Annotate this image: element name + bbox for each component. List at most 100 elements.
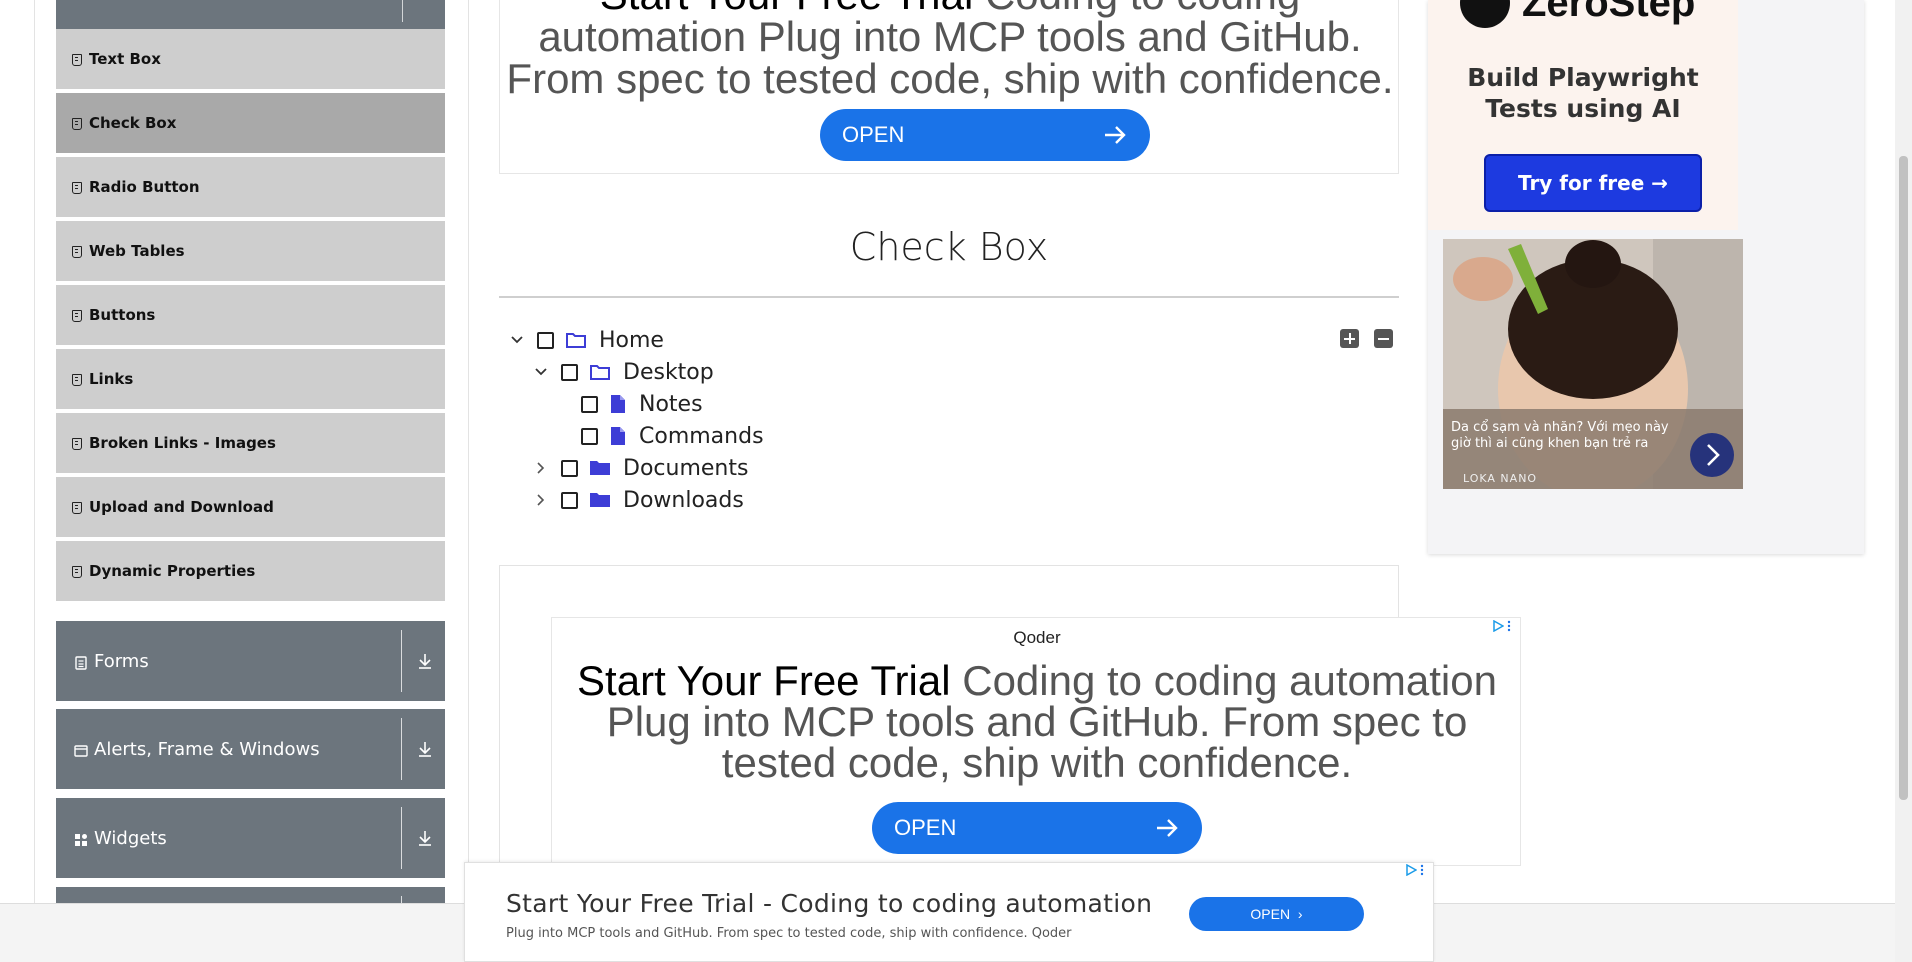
- ad-open-button[interactable]: OPEN: [820, 109, 1150, 161]
- sidebar-item-web-tables[interactable]: Web Tables: [56, 221, 445, 283]
- checkbox[interactable]: [581, 427, 598, 445]
- download-icon[interactable]: [415, 651, 435, 671]
- sidebar-item-label: Buttons: [89, 306, 156, 324]
- tree-node-label[interactable]: Documents: [623, 456, 748, 481]
- group-widgets[interactable]: Widgets: [56, 798, 445, 878]
- tree-node-commands: Commands: [581, 420, 764, 452]
- ad-brand: Qoder: [1013, 628, 1061, 647]
- scrollbar[interactable]: [1895, 0, 1912, 962]
- sidebar-item-links[interactable]: Links: [56, 349, 445, 411]
- html5-icon: [71, 117, 82, 130]
- ad-open-button[interactable]: OPEN: [872, 802, 1202, 854]
- page: Text Box Check Box Radio Button Web Tabl…: [0, 0, 1912, 962]
- sidebar-item-label: Upload and Download: [89, 498, 274, 516]
- ad-photo[interactable]: Da cổ sạm và nhăn? Với mẹo này giờ thì a…: [1443, 239, 1743, 489]
- group-label: Forms: [94, 650, 149, 672]
- sidebar-item-upload-download[interactable]: Upload and Download: [56, 477, 445, 539]
- chevron-right-icon[interactable]: [533, 492, 549, 508]
- checkbox[interactable]: [561, 363, 578, 381]
- ad-title: Start Your Free Trial - Coding to coding…: [506, 889, 1153, 918]
- html5-icon: [71, 309, 82, 322]
- checkbox[interactable]: [561, 459, 578, 477]
- form-icon: [74, 654, 88, 670]
- ad-open-label: OPEN: [1250, 906, 1291, 922]
- group-forms[interactable]: Forms: [56, 621, 445, 701]
- sidebar-item-label: Broken Links - Images: [89, 434, 276, 452]
- download-icon[interactable]: [415, 828, 435, 848]
- ad-next-button[interactable]: [1690, 433, 1734, 477]
- tree-node-label[interactable]: Home: [599, 328, 664, 353]
- tree-node-label[interactable]: Commands: [639, 424, 764, 449]
- tree-node-notes: Notes: [581, 388, 703, 420]
- group-alerts-frame-windows[interactable]: Alerts, Frame & Windows: [56, 709, 445, 789]
- html5-icon: [71, 245, 82, 258]
- html5-icon: [71, 53, 82, 66]
- checkbox[interactable]: [537, 331, 554, 349]
- expand-all-button[interactable]: [1340, 329, 1359, 348]
- group-label: Widgets: [94, 827, 167, 849]
- sidebar-item-label: Web Tables: [89, 242, 185, 260]
- collapse-all-button[interactable]: [1374, 329, 1393, 348]
- more-vertical-icon[interactable]: [1419, 864, 1425, 876]
- ad-banner-bottom[interactable]: Start Your Free Trial - Coding to coding…: [464, 862, 1434, 962]
- arrow-right-icon: [1105, 126, 1126, 144]
- sidebar-item-label: Text Box: [89, 50, 161, 68]
- ad-banner-mid[interactable]: Qoder Start Your Free Trial Coding to co…: [551, 617, 1521, 866]
- chevron-right-icon: [1707, 444, 1720, 466]
- sidebar-divider: [468, 0, 469, 962]
- ad-caption: Da cổ sạm và nhăn? Với mẹo này giờ thì a…: [1451, 420, 1669, 451]
- chevron-down-icon[interactable]: [533, 364, 549, 380]
- sidebar-item-label: Radio Button: [89, 178, 200, 196]
- ad-source: LOKA NANO: [1463, 472, 1538, 485]
- html5-icon: [71, 565, 82, 578]
- sidebar-item-radio-button[interactable]: Radio Button: [56, 157, 445, 219]
- tree-node-label[interactable]: Notes: [639, 392, 703, 417]
- ad-open-label: OPEN: [894, 815, 957, 840]
- tree-node-label[interactable]: Desktop: [623, 360, 714, 385]
- ad-open-button[interactable]: OPEN ›: [1189, 897, 1364, 931]
- zerostep-logo-icon: [1460, 0, 1510, 28]
- checkbox[interactable]: [561, 491, 578, 509]
- scrollbar-thumb[interactable]: [1899, 156, 1908, 800]
- chevron-right-icon: ›: [1297, 906, 1303, 922]
- ad-sidebar-right[interactable]: ZeroStep Build Playwright Tests using AI …: [1428, 0, 1864, 554]
- page-title: Check Box: [849, 225, 1049, 269]
- ad-subtitle: Plug into MCP tools and GitHub. From spe…: [506, 926, 1072, 941]
- title-divider: [499, 296, 1399, 298]
- tree-node-home: Home: [509, 324, 664, 356]
- adchoices-icon[interactable]: [1405, 864, 1417, 876]
- ad-headline: Start Your Free Trial Coding to coding a…: [506, 0, 1394, 102]
- folder-open-icon: [590, 365, 610, 380]
- chevron-down-icon[interactable]: [509, 332, 525, 348]
- ad-headline: Start Your Free Trial Coding to coding a…: [577, 657, 1497, 786]
- html5-icon: [71, 437, 82, 450]
- download-icon[interactable]: [415, 739, 435, 759]
- ad-tagline: Build Playwright Tests using AI: [1467, 63, 1699, 123]
- chevron-right-icon[interactable]: [533, 460, 549, 476]
- zerostep-logo: ZeroStep: [1460, 0, 1695, 28]
- window-icon: [74, 742, 88, 757]
- tree-node-label[interactable]: Downloads: [623, 488, 744, 513]
- try-for-free-button[interactable]: Try for free →: [1484, 154, 1702, 212]
- ad-banner-top[interactable]: Start Your Free Trial Coding to coding a…: [499, 0, 1399, 174]
- tree-node-downloads: Downloads: [533, 484, 744, 516]
- html5-icon: [71, 373, 82, 386]
- tree-node-desktop: Desktop: [533, 356, 714, 388]
- sidebar-item-text-box[interactable]: Text Box: [56, 29, 445, 91]
- sidebar-item-label: Dynamic Properties: [89, 562, 256, 580]
- sidebar-item-broken-links[interactable]: Broken Links - Images: [56, 413, 445, 475]
- sidebar-item-check-box[interactable]: Check Box: [56, 93, 445, 155]
- tree-node-documents: Documents: [533, 452, 748, 484]
- file-icon: [611, 395, 625, 413]
- sidebar-item-dynamic-properties[interactable]: Dynamic Properties: [56, 541, 445, 603]
- folder-icon: [590, 461, 610, 475]
- ad-zerostep[interactable]: ZeroStep Build Playwright Tests using AI …: [1428, 0, 1738, 230]
- checkbox[interactable]: [581, 395, 598, 413]
- left-divider: [34, 0, 35, 962]
- logo-text: ZeroStep: [1522, 0, 1696, 25]
- sidebar-item-buttons[interactable]: Buttons: [56, 285, 445, 347]
- elements-group-header[interactable]: [56, 0, 445, 29]
- html5-icon: [71, 181, 82, 194]
- file-icon: [611, 427, 625, 445]
- folder-open-icon: [566, 333, 586, 348]
